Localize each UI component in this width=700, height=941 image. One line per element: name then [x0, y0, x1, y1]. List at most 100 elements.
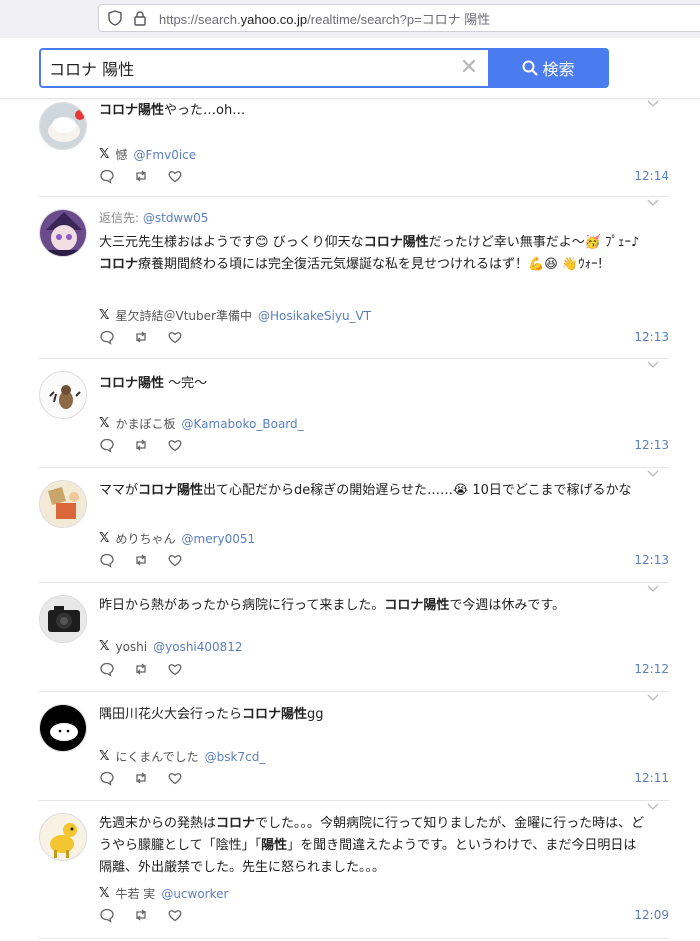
tweet-time[interactable]: 12:13 — [634, 553, 669, 567]
retweet-icon[interactable] — [133, 329, 149, 345]
reply-icon[interactable] — [99, 168, 115, 184]
reply-icon[interactable] — [99, 770, 115, 786]
tweet-author[interactable]: 𝕏 にくまんでした @bsk7cd_ — [99, 748, 265, 765]
retweet-icon[interactable] — [133, 907, 149, 923]
retweet-icon[interactable] — [133, 661, 149, 677]
reply-to-handle[interactable]: @stdww05 — [143, 211, 208, 225]
highlight-keyword: コロナ陽性 — [99, 376, 165, 391]
tweet-actions — [99, 907, 183, 923]
author-handle[interactable]: @ucworker — [161, 887, 228, 901]
avatar[interactable] — [39, 480, 87, 528]
author-name[interactable]: 星欠詩結＠Vtuber準備中 — [115, 307, 251, 324]
tweet-time[interactable]: 12:09 — [634, 908, 669, 922]
tweet-text-segment: 先週末からの発熱は — [99, 816, 217, 831]
clear-icon[interactable]: ✕ — [459, 57, 479, 79]
tweet-author[interactable]: 𝕏 牛若 実 @ucworker — [99, 885, 228, 902]
tweet-actions — [99, 437, 183, 453]
retweet-icon[interactable] — [133, 552, 149, 568]
chevron-down-icon[interactable] — [647, 694, 659, 702]
author-handle[interactable]: @Fmv0ice — [134, 148, 197, 162]
chevron-down-icon[interactable] — [647, 470, 659, 478]
reply-to: 返信先: @stdww05 — [99, 209, 649, 226]
author-handle[interactable]: @mery0051 — [182, 532, 256, 546]
avatar[interactable] — [39, 595, 87, 643]
chevron-down-icon[interactable] — [647, 585, 659, 593]
reply-icon[interactable] — [99, 329, 115, 345]
reply-icon[interactable] — [99, 907, 115, 923]
tweet-author[interactable]: 𝕏 かまぼこ板 @Kamaboko_Board_ — [99, 415, 304, 432]
chevron-down-icon[interactable] — [647, 199, 659, 207]
avatar[interactable] — [39, 209, 87, 257]
search-box[interactable]: ✕ — [39, 48, 489, 88]
tweet-time[interactable]: 12:14 — [634, 169, 669, 183]
tweet-text-segment: 昨日から熱があったから病院に行って来ました。 — [99, 598, 385, 613]
avatar[interactable] — [39, 102, 87, 150]
tweet-text-segment: 療養期間終わる頃には完全復活元気爆誕な私を見せつけれるはず！💪😆 👋ｳｫｰ! — [138, 257, 603, 272]
tweet-actions — [99, 168, 183, 184]
like-icon[interactable] — [167, 552, 183, 568]
like-icon[interactable] — [167, 437, 183, 453]
like-icon[interactable] — [167, 907, 183, 923]
reply-icon[interactable] — [99, 437, 115, 453]
retweet-icon[interactable] — [133, 437, 149, 453]
tweet-text: 隅田川花火大会行ったらコロナ陽性gg — [99, 704, 649, 726]
retweet-icon[interactable] — [133, 770, 149, 786]
tweet-text-segment: 大三元先生様おはようです😊 びっくり仰天な — [99, 235, 364, 250]
like-icon[interactable] — [167, 661, 183, 677]
x-logo-icon: 𝕏 — [99, 147, 110, 162]
avatar[interactable] — [39, 813, 87, 861]
search-input[interactable] — [49, 57, 449, 79]
like-icon[interactable] — [167, 329, 183, 345]
tweet-author[interactable]: 𝕏 憾 @Fmv0ice — [99, 146, 196, 163]
author-handle[interactable]: @yoshi400812 — [153, 640, 242, 654]
lock-icon[interactable] — [133, 10, 147, 26]
tweet-text-segment: 〜完〜 — [164, 376, 208, 391]
search-button-label: 検索 — [542, 60, 575, 79]
tweet-author[interactable]: 𝕏 めりちゃん @mery0051 — [99, 530, 255, 547]
url-text[interactable]: https://search.yahoo.co.jp/realtime/sear… — [159, 9, 490, 28]
tweet-item[interactable]: コロナ陽性 〜完〜 𝕏 かまぼこ板 @Kamaboko_Board_ 12:13 — [39, 359, 669, 468]
highlight-keyword: コロナ陽性 — [242, 707, 308, 722]
reply-icon[interactable] — [99, 552, 115, 568]
tweet-item[interactable]: コロナ陽性やった…oh… 𝕏 憾 @Fmv0ice 12:14 — [39, 98, 669, 197]
tweet-author[interactable]: 𝕏 星欠詩結＠Vtuber準備中 @HosikakeSiyu_VT — [99, 307, 371, 324]
retweet-icon[interactable] — [133, 168, 149, 184]
x-logo-icon: 𝕏 — [99, 639, 110, 654]
tweet-item[interactable]: 先週末からの発熱はコロナでした。。。今朝病院に行って知りましたが、金曜に行った時… — [39, 801, 669, 939]
author-name[interactable]: にくまんでした — [115, 748, 198, 765]
author-name[interactable]: 憾 — [115, 146, 127, 163]
tweet-time[interactable]: 12:13 — [634, 330, 669, 344]
shield-icon[interactable] — [107, 10, 123, 26]
author-handle[interactable]: @bsk7cd_ — [205, 750, 266, 764]
tweet-item[interactable]: 昨日から熱があったから病院に行って来ました。コロナ陽性で今週は休みです。 𝕏yos… — [39, 583, 669, 692]
tweet-item[interactable]: 返信先: @stdww05 大三元先生様おはようです😊 びっくり仰天なコロナ陽性だ… — [39, 197, 669, 359]
author-name[interactable]: かまぼこ板 — [115, 415, 175, 432]
tweet-time[interactable]: 12:12 — [634, 662, 669, 676]
tweet-time[interactable]: 12:13 — [634, 438, 669, 452]
author-name[interactable]: めりちゃん — [115, 530, 175, 547]
tweet-author[interactable]: 𝕏yoshi @yoshi400812 — [99, 639, 243, 654]
author-handle[interactable]: @HosikakeSiyu_VT — [258, 309, 371, 323]
x-logo-icon: 𝕏 — [99, 531, 110, 546]
author-handle[interactable]: @Kamaboko_Board_ — [182, 417, 304, 431]
address-bar[interactable]: https://search.yahoo.co.jp/realtime/sear… — [98, 4, 700, 32]
author-name[interactable]: 牛若 実 — [115, 885, 155, 902]
search-button[interactable]: 検索 — [488, 48, 609, 88]
tweet-text: コロナ陽性 〜完〜 — [99, 373, 649, 395]
like-icon[interactable] — [167, 168, 183, 184]
tweet-actions — [99, 770, 183, 786]
highlight-keyword: コロナ — [99, 257, 139, 272]
reply-icon[interactable] — [99, 661, 115, 677]
tweet-time[interactable]: 12:11 — [634, 771, 669, 785]
chevron-down-icon[interactable] — [647, 361, 659, 369]
x-logo-icon: 𝕏 — [99, 749, 110, 764]
tweet-item[interactable]: ママがコロナ陽性出て心配だからde稼ぎの開始遅らせた……😭 10日でどこまで稼げ… — [39, 468, 669, 583]
like-icon[interactable] — [167, 770, 183, 786]
tweet-item[interactable]: 隅田川花火大会行ったらコロナ陽性gg 𝕏 にくまんでした @bsk7cd_ 12:11 — [39, 692, 669, 801]
author-name[interactable]: yoshi — [115, 640, 147, 654]
tweet-text-segment: で今週は休みです。 — [449, 598, 566, 613]
chevron-down-icon[interactable] — [647, 803, 659, 811]
avatar[interactable] — [39, 371, 87, 419]
highlight-keyword: コロナ陽性 — [363, 235, 429, 250]
avatar[interactable] — [39, 704, 87, 752]
